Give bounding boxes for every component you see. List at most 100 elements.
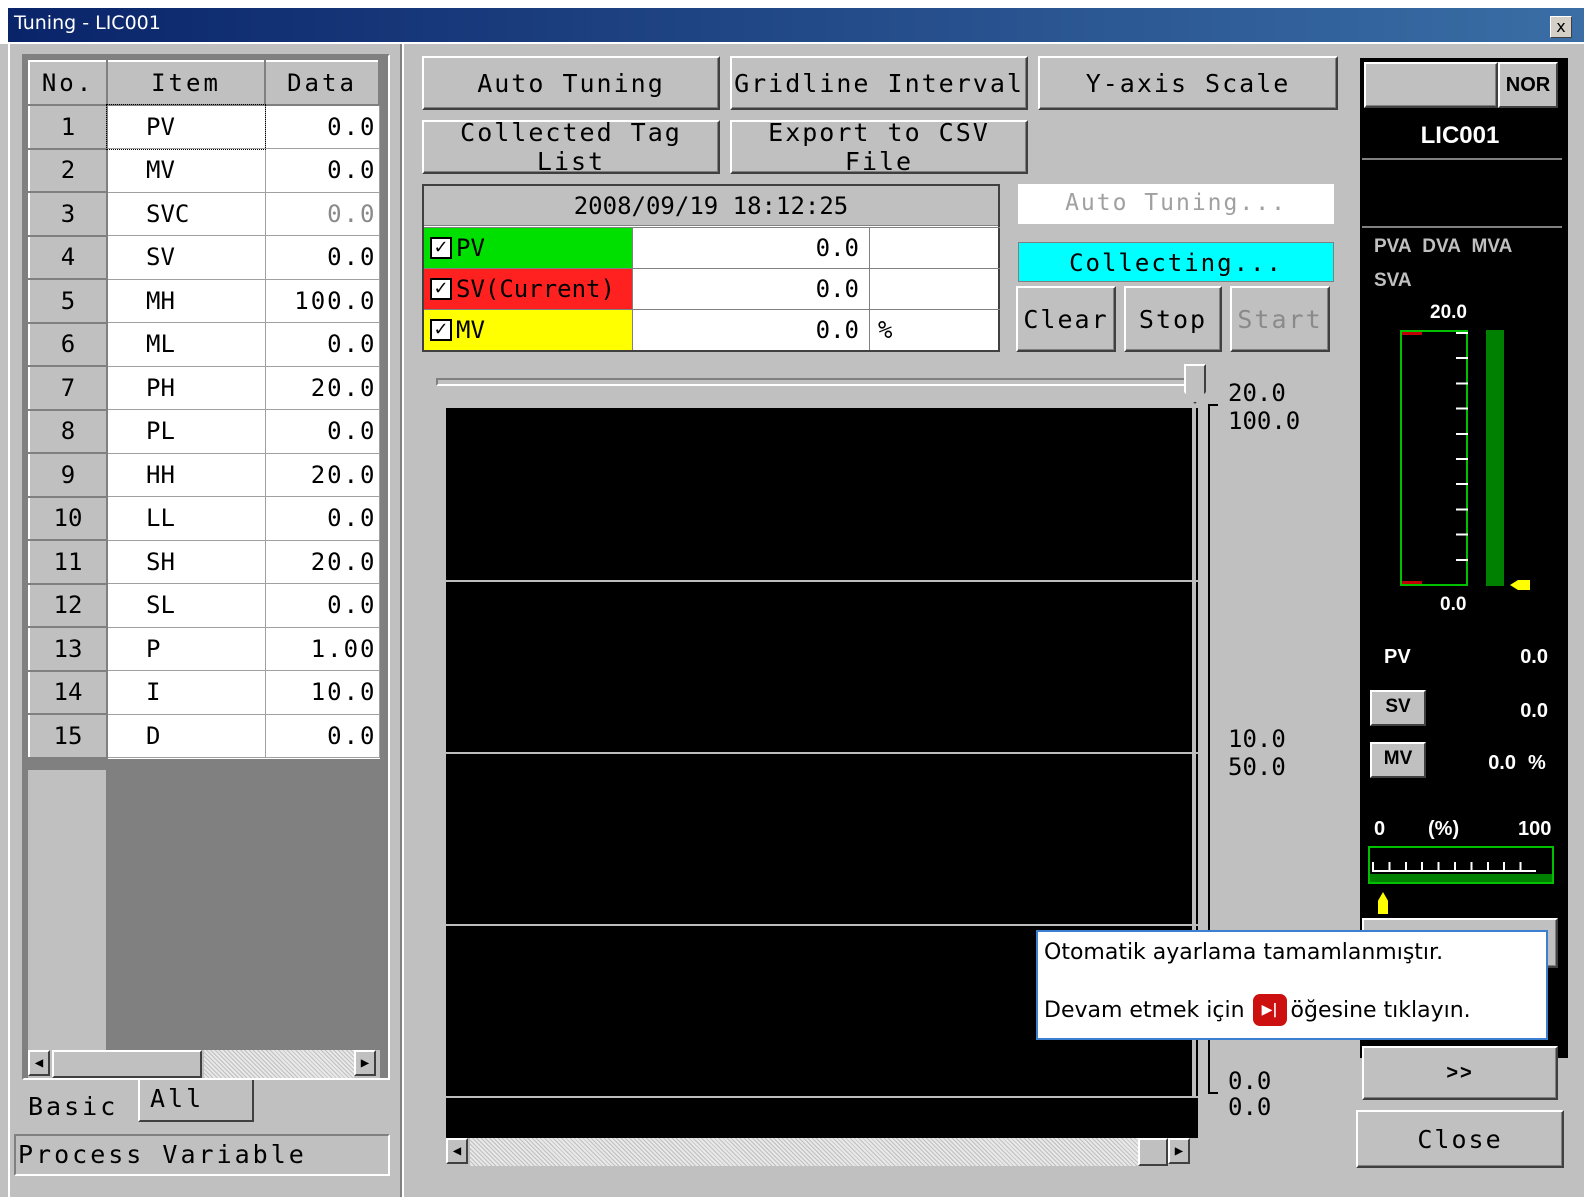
row-item[interactable]: PH bbox=[106, 365, 266, 410]
row-item[interactable]: SL bbox=[106, 583, 266, 628]
row-data[interactable]: 0.0 bbox=[264, 148, 380, 193]
tab-basic[interactable]: Basic bbox=[16, 1086, 138, 1126]
legend-series[interactable]: ✓ SV(Current) bbox=[424, 269, 632, 309]
trend-scroll-track[interactable] bbox=[470, 1138, 1138, 1166]
start-button[interactable]: Start bbox=[1230, 286, 1330, 352]
row-data[interactable]: 0.0 bbox=[264, 713, 380, 758]
row-data[interactable]: 20.0 bbox=[264, 539, 380, 584]
row-item[interactable]: HH bbox=[106, 452, 266, 497]
series-checkbox[interactable]: ✓ bbox=[430, 278, 452, 300]
table-row[interactable]: 11 SH 20.0 bbox=[28, 539, 380, 585]
auto-tuning-status: Auto Tuning... bbox=[1018, 184, 1334, 224]
row-data[interactable]: 20.0 bbox=[264, 365, 380, 410]
pv-bargraph bbox=[1400, 330, 1468, 586]
table-row[interactable]: 5 MH 100.0 bbox=[28, 278, 380, 324]
table-row[interactable]: 7 PH 20.0 bbox=[28, 365, 380, 411]
series-unit bbox=[870, 228, 1000, 268]
row-item[interactable]: SVC bbox=[106, 191, 266, 236]
table-row[interactable]: 14 I 10.0 bbox=[28, 669, 380, 715]
row-data[interactable]: 20.0 bbox=[264, 452, 380, 497]
scroll-left-arrow[interactable]: ◀ bbox=[28, 1050, 50, 1076]
panel-separator bbox=[400, 44, 404, 1197]
row-data[interactable]: 0.0 bbox=[264, 322, 380, 367]
legend-series[interactable]: ✓ PV bbox=[424, 228, 632, 268]
row-data[interactable]: 0.0 bbox=[264, 409, 380, 454]
row-item[interactable]: I bbox=[106, 670, 266, 715]
gridline bbox=[446, 1096, 1198, 1098]
table-row[interactable]: 9 HH 20.0 bbox=[28, 452, 380, 498]
clear-button[interactable]: Clear bbox=[1016, 286, 1116, 352]
table-row[interactable]: 13 P 1.00 bbox=[28, 626, 380, 672]
export-csv-button[interactable]: Export to CSV File bbox=[730, 118, 1028, 176]
header-no[interactable]: No. bbox=[28, 60, 108, 106]
table-row[interactable]: 2 MV 0.0 bbox=[28, 147, 380, 193]
left-axis-mid: 10.0 bbox=[1228, 725, 1286, 753]
gridline-interval-button[interactable]: Gridline Interval bbox=[730, 56, 1028, 110]
y-axis-scale-button[interactable]: Y-axis Scale bbox=[1038, 56, 1338, 110]
legend-row: ✓ PV 0.0 bbox=[424, 227, 1000, 268]
row-data[interactable]: 0.0 bbox=[264, 235, 380, 280]
table-row[interactable]: 12 SL 0.0 bbox=[28, 582, 380, 628]
row-item[interactable]: P bbox=[106, 626, 266, 671]
row-item[interactable]: D bbox=[106, 713, 266, 758]
trend-scrollbar[interactable]: ◀ ▶ bbox=[446, 1138, 1198, 1166]
row-data[interactable]: 0.0 bbox=[264, 191, 380, 236]
row-item[interactable]: PL bbox=[106, 409, 266, 454]
close-button[interactable]: Close bbox=[1356, 1110, 1564, 1168]
mv-button[interactable]: MV bbox=[1370, 742, 1426, 778]
scroll-thumb[interactable] bbox=[52, 1050, 202, 1078]
mode-select-button[interactable] bbox=[1364, 62, 1498, 108]
table-row[interactable]: 10 LL 0.0 bbox=[28, 495, 380, 541]
series-value: 0.0 bbox=[632, 228, 870, 268]
left-axis-bottom: 0.0 bbox=[1228, 1067, 1272, 1095]
row-item[interactable]: MV bbox=[106, 148, 266, 193]
row-item[interactable]: PV bbox=[106, 104, 266, 150]
parameter-panel: No. Item Data 1 PV 0.0 2 MV 0.0 3 SVC 0.0 4 SV 0.0 5… bbox=[22, 54, 390, 1080]
row-data[interactable]: 10.0 bbox=[264, 670, 380, 715]
table-row[interactable]: 3 SVC 0.0 bbox=[28, 191, 380, 237]
table-row[interactable]: 8 PL 0.0 bbox=[28, 408, 380, 454]
table-row[interactable]: 6 ML 0.0 bbox=[28, 321, 380, 367]
time-slider-track[interactable] bbox=[436, 378, 1196, 386]
next-step-icon[interactable]: ▶| bbox=[1252, 994, 1287, 1026]
table-row[interactable]: 15 D 0.0 bbox=[28, 713, 380, 759]
legend-row: ✓ MV 0.0% bbox=[424, 309, 1000, 350]
mode-indicator[interactable]: NOR bbox=[1498, 62, 1558, 108]
legend-row: ✓ SV(Current) 0.0 bbox=[424, 268, 1000, 309]
window-title: Tuning - LIC001 bbox=[14, 12, 161, 34]
sv-button[interactable]: SV bbox=[1370, 690, 1426, 726]
row-data[interactable]: 100.0 bbox=[264, 278, 380, 323]
row-data[interactable]: 1.00 bbox=[264, 626, 380, 671]
series-checkbox[interactable]: ✓ bbox=[430, 319, 452, 341]
scroll-right-arrow[interactable]: ▶ bbox=[354, 1050, 376, 1076]
header-item[interactable]: Item bbox=[106, 60, 266, 106]
row-item[interactable]: LL bbox=[106, 496, 266, 541]
collected-tag-list-button[interactable]: Collected Tag List bbox=[422, 118, 720, 176]
row-data[interactable]: 0.0 bbox=[264, 496, 380, 541]
row-number: 11 bbox=[28, 539, 108, 585]
header-data[interactable]: Data bbox=[264, 60, 380, 106]
table-horizontal-scrollbar[interactable]: ◀ ▶ bbox=[28, 1050, 380, 1078]
tab-all[interactable]: All bbox=[138, 1080, 254, 1122]
row-item[interactable]: ML bbox=[106, 322, 266, 367]
row-data[interactable]: 0.0 bbox=[264, 104, 380, 149]
row-data[interactable]: 0.0 bbox=[264, 583, 380, 628]
auto-tuning-button[interactable]: Auto Tuning bbox=[422, 56, 720, 110]
stop-button[interactable]: Stop bbox=[1124, 286, 1222, 352]
collecting-status: Collecting... bbox=[1018, 242, 1334, 282]
row-item[interactable]: SH bbox=[106, 539, 266, 584]
row-item[interactable]: MH bbox=[106, 278, 266, 323]
row-item[interactable]: SV bbox=[106, 235, 266, 280]
trend-legend: 2008/09/19 18:12:25 ✓ PV 0.0 ✓ SV(Current) 0.… bbox=[422, 184, 1000, 352]
table-row[interactable]: 1 PV 0.0 bbox=[28, 104, 380, 150]
table-row[interactable]: 4 SV 0.0 bbox=[28, 234, 380, 280]
trend-scroll-left-arrow[interactable]: ◀ bbox=[446, 1138, 468, 1164]
series-checkbox[interactable]: ✓ bbox=[430, 237, 452, 259]
trend-scroll-right-arrow[interactable]: ▶ bbox=[1168, 1138, 1190, 1164]
close-window-icon[interactable]: x bbox=[1550, 16, 1572, 38]
legend-series[interactable]: ✓ MV bbox=[424, 310, 632, 350]
more-button[interactable]: >> bbox=[1362, 1046, 1558, 1100]
scroll-track[interactable] bbox=[204, 1050, 354, 1078]
trend-scroll-thumb[interactable] bbox=[1138, 1138, 1168, 1166]
row-number: 9 bbox=[28, 452, 108, 498]
